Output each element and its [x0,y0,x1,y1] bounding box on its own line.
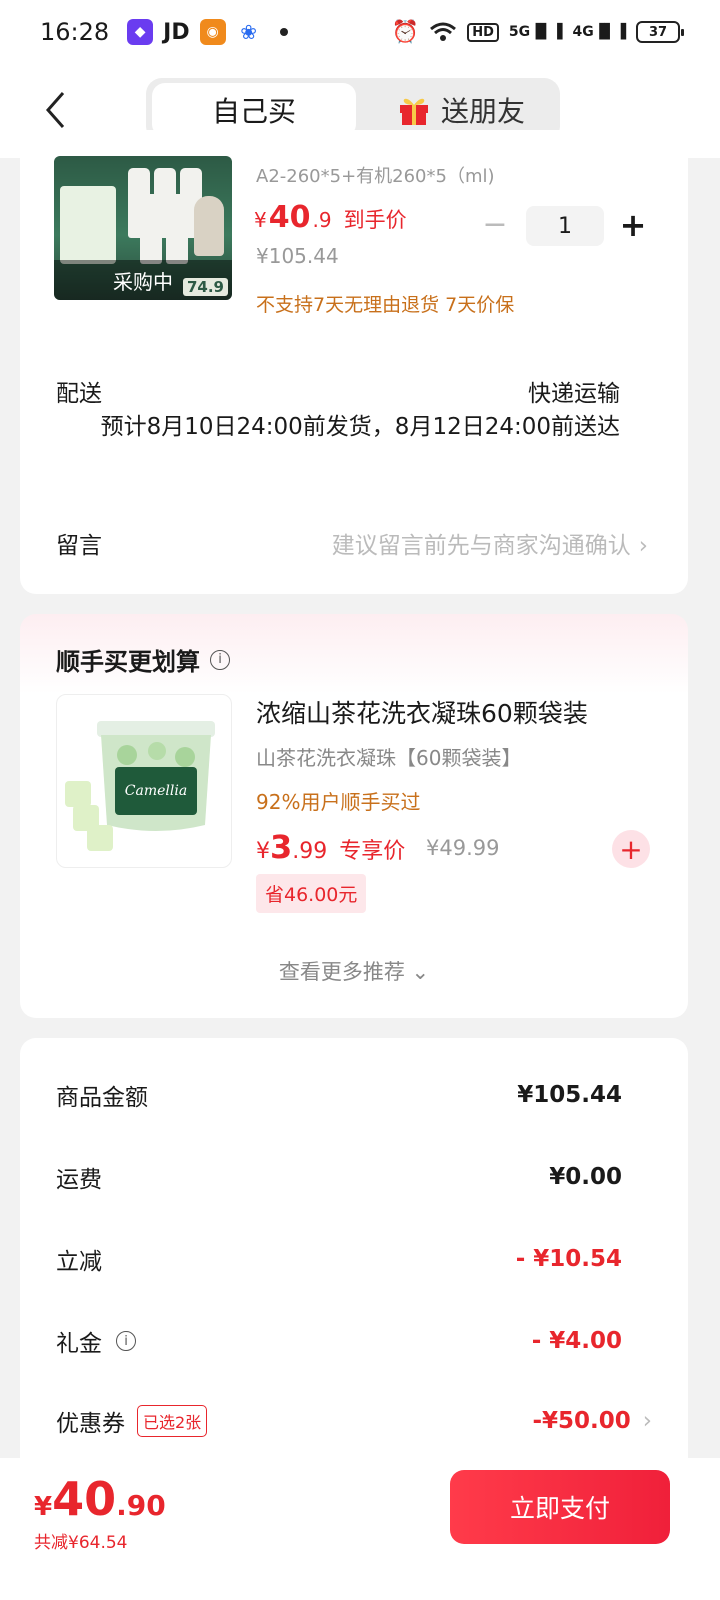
product-badge [60,186,116,264]
product-spec[interactable]: A2-260*5+有机260*5（ml) [256,162,495,188]
product-card: 采购中 74.9 A2-260*5+有机260*5（ml) ¥ 40 .9 到手… [20,130,688,594]
signal-5g-label: 5G [508,24,531,40]
tab-gift-to-friend[interactable]: 送朋友 [366,83,556,137]
more-notifications-dot [279,28,288,36]
quantity-increase-button[interactable]: + [618,206,648,246]
add-recommend-button[interactable]: + [612,830,650,868]
instant-discount-value: - ¥10.54 [515,1246,622,1272]
shipping-value: ¥0.00 [549,1164,622,1190]
price-integer: 40 [268,200,311,235]
app-notification-icon: ◆ [127,19,154,45]
recommend-title: 顺手买更划算 i [56,642,230,677]
delivery-eta: 预计8月10日24:00前发货，8月12日24:00前送达 [100,414,620,440]
message-placeholder: 建议留言前先与商家沟通确认 [331,533,631,559]
price-decimal: .9 [312,208,332,232]
signal-5g-icon: 5G▐▌▐ [508,24,563,40]
price-summary-card: 商品金额 ¥105.44 运费 ¥0.00 立减 - ¥10.54 礼金 i -… [20,1038,688,1478]
info-icon[interactable]: i [116,1331,136,1351]
tab-buy-for-self-label: 自己买 [211,95,296,128]
recommend-price-decimal: .99 [292,839,328,864]
jd-app-label: JD [163,19,190,45]
pay-now-button[interactable]: 立即支付 [450,1470,670,1544]
coupon-row[interactable]: 优惠券 已选2张 -¥50.00 › [56,1404,652,1438]
goods-amount-row: 商品金额 ¥105.44 [56,1078,622,1112]
signal-4g-icon: 4G▐▌▐ [572,24,626,40]
total-integer: 40 [52,1472,117,1526]
wifi-icon [430,22,457,41]
recommend-product-name[interactable]: 浓缩山茶花洗衣凝珠60颗袋装 [256,694,588,730]
quantity-input[interactable]: 1 [526,206,604,246]
recommend-price: ¥ 3 .99 专享价 [256,828,405,866]
goods-amount-value: ¥105.44 [517,1082,622,1108]
original-price: ¥105.44 [256,244,339,268]
price-currency: ¥ [254,208,267,232]
see-more-label: 查看更多推荐 [278,960,405,984]
product-image[interactable]: 采购中 74.9 [54,156,232,300]
battery-icon: 37 [636,21,684,43]
gift-money-label: 礼金 [56,1331,102,1357]
see-more-recommendations[interactable]: 查看更多推荐 ⌄ [20,956,688,986]
checkout-bar: ¥ 40 .90 共减¥64.54 立即支付 [0,1458,720,1600]
total-price: ¥ 40 .90 [34,1472,166,1526]
recommend-social-proof: 92%用户顺手买过 [256,790,421,814]
message-label: 留言 [56,533,102,559]
status-indicators: ⏰ HD 5G▐▌▐ 4G▐▌▐ 37 [391,19,684,45]
tab-gift-to-friend-label: 送朋友 [440,95,525,128]
chevron-right-icon: › [642,1408,652,1434]
coupon-value: -¥50.00 [532,1408,631,1434]
message-input[interactable]: 建议留言前先与商家沟通确认 › [332,526,648,560]
recommend-price-currency: ¥ [256,839,270,864]
baidu-notification-icon: ❀ [235,19,262,45]
hd-icon: HD [467,22,499,42]
goods-amount-label: 商品金额 [56,1085,148,1111]
svg-text:Camellia: Camellia [125,783,187,799]
recommend-save-badge: 省46.00元 [256,874,367,913]
detergent-tub-icon: Camellia [65,721,215,851]
alarm-icon: ⏰ [391,19,420,45]
price-label: 到手价 [343,208,407,232]
recommend-title-text: 顺手买更划算 [56,648,200,676]
recommend-original-price: ¥49.99 [426,836,500,860]
instant-discount-label: 立减 [56,1249,102,1275]
status-app-icons: ◆ JD ◉ ❀ [127,19,288,45]
recommend-price-label: 专享价 [339,839,406,864]
recommend-price-integer: 3 [270,828,293,866]
coupon-selected-badge: 已选2张 [137,1405,208,1437]
chevron-down-icon: ⌄ [411,960,430,984]
gift-icon [399,98,428,125]
total-decimal: .90 [116,1489,166,1522]
return-policy-note: 不支持7天无理由退货 7天价保 [256,294,515,316]
bottle-shape [140,194,162,264]
bottle-shape [166,194,188,264]
signal-4g-label: 4G [572,24,594,40]
coupon-label: 优惠券 [56,1411,125,1437]
total-currency: ¥ [34,1492,53,1522]
gift-money-row: 礼金 i - ¥4.00 [56,1324,622,1358]
info-icon[interactable]: i [210,649,230,670]
quantity-decrease-button[interactable]: − [480,208,510,244]
instant-discount-row: 立减 - ¥10.54 [56,1242,622,1276]
gift-money-value: - ¥4.00 [531,1328,622,1354]
product-image-price: 74.9 [182,278,228,296]
chevron-right-icon: › [638,533,648,559]
recommend-card: 顺手买更划算 i Camellia 浓缩山茶花洗衣凝珠60颗袋装 山茶花洗衣凝珠… [20,614,688,1018]
back-arrow-icon [45,92,65,128]
taobao-notification-icon: ◉ [199,19,226,45]
total-saved: 共减¥64.54 [34,1533,128,1553]
recommend-product-image[interactable]: Camellia [56,694,232,868]
shipping-label: 运费 [56,1167,102,1193]
person-figure [194,196,224,256]
product-price: ¥ 40 .9 到手价 [254,200,407,235]
tab-buy-for-self[interactable]: 自己买 [152,83,356,137]
shipping-row: 运费 ¥0.00 [56,1160,622,1194]
delivery-label: 配送 [56,381,102,407]
status-time: 16:28 [40,18,110,46]
delivery-method: 快递运输 [528,381,620,407]
recommend-product-spec: 山茶花洗衣凝珠【60颗袋装】 [256,746,522,770]
status-bar: 16:28 ◆ JD ◉ ❀ ⏰ HD 5G▐▌▐ 4G▐▌▐ 37 [0,0,720,64]
